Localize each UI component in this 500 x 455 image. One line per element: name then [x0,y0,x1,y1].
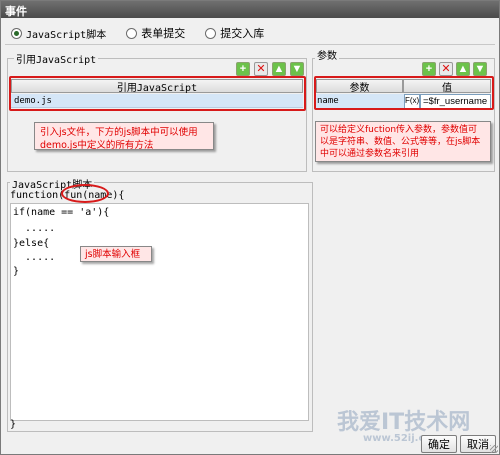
move-down-icon: ▼ [291,62,303,75]
delete-icon: ✕ [256,62,266,75]
referenced-js-group-title: 引用JavaScript [14,51,99,66]
radio-label-form-submit: 表单提交 [141,28,186,40]
add-icon: + [239,62,247,75]
radio-unselected-icon [205,27,217,39]
parameters-group-title: 参数 [315,47,339,62]
radio-selected-icon [11,27,22,39]
add-js-button[interactable]: + [236,62,250,76]
radio-label-submit-db: 提交入库 [220,28,265,40]
move-up-js-button[interactable]: ▲ [272,62,286,76]
code-line: } [13,266,20,277]
closing-brace: } [10,419,17,430]
code-line: if(name == 'a'){ [13,207,110,218]
code-line: ..... [13,252,56,263]
move-down-js-button[interactable]: ▼ [290,62,304,76]
radio-javascript[interactable]: JavaScript脚本 [11,26,106,41]
dialog-title: 事件 [1,1,499,18]
code-line: }else{ [13,238,50,249]
annotation-referenced-js: 引入js文件，下方的js脚本中可以使用demo.js中定义的所有方法 [34,122,214,151]
radio-form-submit[interactable]: 表单提交 [126,25,185,41]
separator [5,44,495,45]
radio-unselected-icon [126,27,138,39]
annotation-script-editor: js脚本输入框 [80,246,152,262]
watermark-logo: 我爱IT技术网 [337,410,471,435]
delete-param-button[interactable]: ✕ [439,62,453,76]
highlight-box-params [314,76,494,110]
script-editor[interactable]: if(name == 'a'){ ..... }else{ ..... } [10,203,309,421]
event-type-options: JavaScript脚本 表单提交 提交入库 [11,25,264,41]
resize-grip-icon[interactable] [490,445,498,453]
radio-submit-db[interactable]: 提交入库 [205,25,264,41]
highlight-oval-param [61,184,109,203]
add-icon: + [425,62,433,75]
move-up-icon: ▲ [457,62,469,75]
code-line: ..... [13,223,56,234]
move-up-param-button[interactable]: ▲ [456,62,470,76]
radio-label-javascript: JavaScript脚本 [26,29,107,41]
event-dialog: 事件 JavaScript脚本 表单提交 提交入库 引用JavaScript +… [0,0,500,455]
move-down-param-button[interactable]: ▼ [473,62,487,76]
ok-button[interactable]: 确定 [421,435,457,453]
highlight-box-js-list [9,76,306,111]
delete-js-button[interactable]: ✕ [254,62,268,76]
move-up-icon: ▲ [273,62,285,75]
annotation-parameters: 可以给定义fuction传入参数，参数值可以是字符串、数值、公式等等，在js脚本… [315,121,491,162]
add-param-button[interactable]: + [422,62,436,76]
delete-icon: ✕ [441,62,451,75]
move-down-icon: ▼ [474,62,486,75]
